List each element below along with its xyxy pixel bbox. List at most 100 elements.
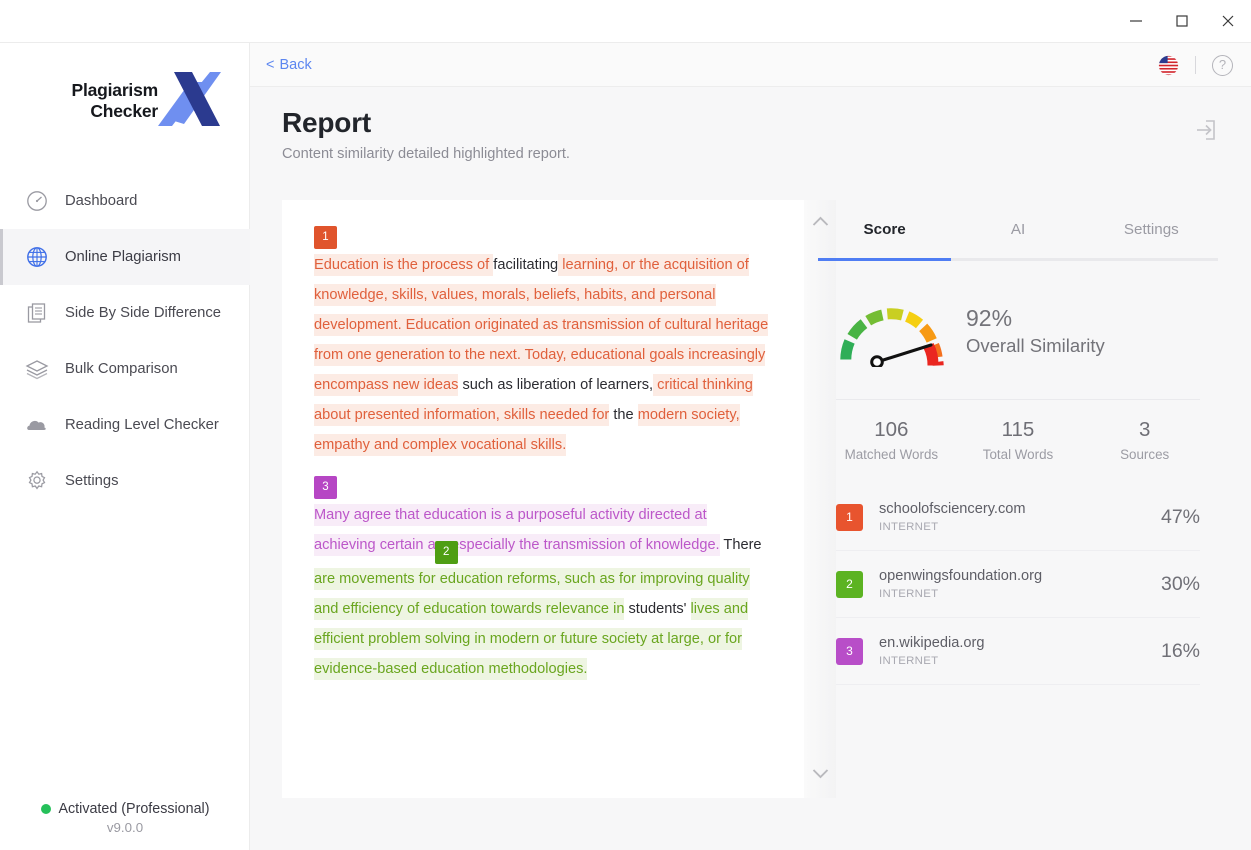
source-item[interactable]: 1 schoolofsciencery.com INTERNET 47% [836,484,1200,551]
window-titlebar [0,0,1251,43]
page-header: Report Content similarity detailed highl… [282,107,570,162]
logo-x-icon [150,68,222,130]
tab-settings[interactable]: Settings [1085,200,1218,258]
sidebar-item-label: Side By Side Difference [65,305,221,321]
report-text-card: 1 Education is the process of facilitati… [282,200,804,798]
source-info: en.wikipedia.org INTERNET [879,635,1145,667]
report-document: 1 Education is the process of facilitati… [282,200,804,698]
score-panel: Score AI Settings [818,200,1218,798]
source-marker-badge-inline[interactable]: 2 [435,541,458,564]
gauge-meter-icon [836,295,948,367]
export-icon[interactable] [1192,117,1218,143]
license-status-label: Activated (Professional) [59,801,210,817]
minimize-button[interactable] [1113,0,1159,42]
stat-value: 115 [955,418,1082,442]
highlight-run: s, especially the transmission of knowle… [436,534,720,556]
tab-ai[interactable]: AI [951,200,1084,258]
plain-run: such as liberation of learners, [458,377,653,393]
gear-icon [25,469,49,493]
stat-value: 3 [1081,418,1208,442]
sidebar-item-bulk-comparison[interactable]: Bulk Comparison [0,341,250,397]
source-percent: 30% [1161,573,1200,596]
topbar-divider [1195,56,1196,74]
cloud-icon [25,413,49,437]
source-index-badge: 1 [836,504,863,531]
sidebar-item-label: Reading Level Checker [65,417,219,433]
globe-icon [25,245,49,269]
source-info: schoolofsciencery.com INTERNET [879,501,1145,533]
sidebar-item-side-by-side-difference[interactable]: Side By Side Difference [0,285,250,341]
maximize-button[interactable] [1159,0,1205,42]
report-paragraph-text: Education is the process of facilitating… [314,250,772,460]
source-index-badge: 2 [836,571,863,598]
source-type: INTERNET [879,655,1145,667]
source-name: schoolofsciencery.com [879,501,1145,517]
logo-line-2: Checker [48,101,158,122]
page-subtitle: Content similarity detailed highlighted … [282,146,570,162]
score-summary: 92% Overall Similarity [966,303,1105,359]
app-window: Plagiarism Checker Dashboard Online [0,0,1251,850]
tab-score[interactable]: Score [818,200,951,258]
stat-sources: 3 Sources [1081,418,1208,462]
source-item[interactable]: 3 en.wikipedia.org INTERNET 16% [836,618,1200,685]
sidebar-item-label: Bulk Comparison [65,361,178,377]
plain-run: facilitating [493,257,558,273]
sidebar-nav: Dashboard Online Plagiarism Side By Side… [0,173,250,509]
page-body: Report Content similarity detailed highl… [250,87,1251,850]
sidebar-item-dashboard[interactable]: Dashboard [0,173,250,229]
gauge-icon [25,189,49,213]
highlight-run: Education is the process of [314,254,493,276]
back-button[interactable]: < Back [266,57,312,73]
app-logo: Plagiarism Checker [0,58,250,148]
overall-score: 92% Overall Similarity [818,261,1218,367]
app-version: v9.0.0 [0,820,250,835]
panel-tabs: Score AI Settings [818,200,1218,258]
stat-matched-words: 106 Matched Words [828,418,955,462]
close-button[interactable] [1205,0,1251,42]
source-item[interactable]: 2 openwingsfoundation.org INTERNET 30% [836,551,1200,618]
source-name: openwingsfoundation.org [879,568,1145,584]
sidebar-item-reading-level-checker[interactable]: Reading Level Checker [0,397,250,453]
content-topbar: < Back ? [250,43,1251,87]
source-type: INTERNET [879,588,1145,600]
tabs-underline [818,258,1218,261]
stat-total-words: 115 Total Words [955,418,1082,462]
plain-run: the [609,407,637,423]
similarity-label: Overall Similarity [966,333,1105,359]
active-tab-indicator [818,258,951,261]
report-paragraph-text: Many agree that education is a purposefu… [314,500,772,684]
sidebar: Plagiarism Checker Dashboard Online [0,43,250,850]
stat-value: 106 [828,418,955,442]
page-title: Report [282,107,570,139]
back-button-label: Back [279,57,311,73]
sidebar-item-label: Dashboard [65,193,137,209]
source-type: INTERNET [879,521,1145,533]
logo-wordmark: Plagiarism Checker [48,80,158,122]
sidebar-item-label: Online Plagiarism [65,249,181,265]
license-status: Activated (Professional) v9.0.0 [0,801,250,835]
similarity-percent: 92% [966,303,1105,333]
source-name: en.wikipedia.org [879,635,1145,651]
plain-run: students' [624,601,690,617]
source-percent: 47% [1161,506,1200,529]
logo-line-1: Plagiarism [48,80,158,101]
source-index-badge: 3 [836,638,863,665]
stats-row: 106 Matched Words 115 Total Words 3 Sour… [818,400,1218,462]
stat-caption: Total Words [955,447,1082,462]
stat-caption: Matched Words [828,447,955,462]
us-flag-icon[interactable] [1158,55,1179,76]
plain-run: There [720,537,762,553]
sidebar-item-online-plagiarism[interactable]: Online Plagiarism [0,229,250,285]
source-marker-badge[interactable]: 3 [314,476,337,499]
sidebar-item-label: Settings [65,473,118,489]
help-circle-icon[interactable]: ? [1212,55,1233,76]
source-marker-badge[interactable]: 1 [314,226,337,249]
status-dot-icon [41,804,51,814]
sources-list: 1 schoolofsciencery.com INTERNET 47% 2 o… [818,484,1218,685]
sidebar-item-settings[interactable]: Settings [0,453,250,509]
source-info: openwingsfoundation.org INTERNET [879,568,1145,600]
stat-caption: Sources [1081,447,1208,462]
report-paragraph: 3 Many agree that education is a purpose… [314,476,772,684]
layers-icon [25,357,49,381]
source-percent: 16% [1161,640,1200,663]
